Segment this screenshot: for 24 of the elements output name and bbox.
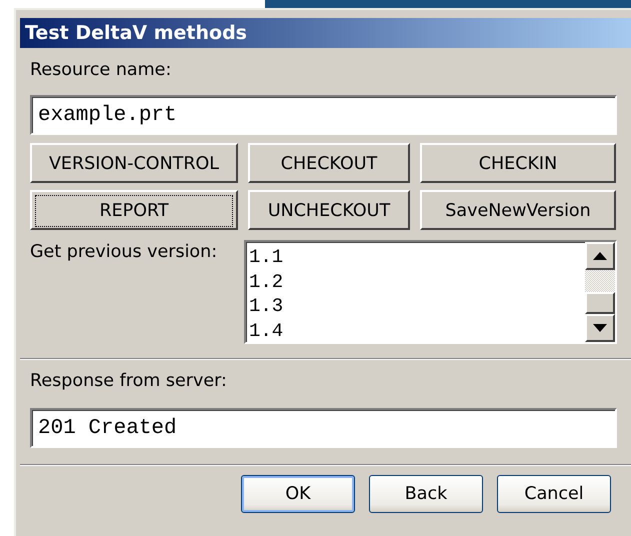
scrollbar-thumb[interactable] — [585, 292, 615, 314]
scroll-down-icon[interactable] — [585, 314, 615, 342]
dialog-button[interactable]: OK — [241, 475, 355, 513]
resource-name-field[interactable]: example.prt — [30, 95, 617, 135]
action-button[interactable]: UNCHECKOUT — [248, 190, 410, 230]
scrollbar-track[interactable] — [585, 270, 615, 292]
version-list[interactable]: 1.1 1.2 1.3 1.4 — [244, 240, 617, 344]
action-button[interactable]: CHECKIN — [420, 143, 616, 183]
response-label: Response from server: — [30, 371, 227, 391]
scroll-up-icon[interactable] — [585, 242, 615, 270]
version-item[interactable]: 1.2 — [249, 270, 582, 294]
version-item[interactable]: 1.1 — [249, 245, 582, 270]
previous-version-label: Get previous version: — [30, 242, 218, 262]
action-button[interactable]: CHECKOUT — [248, 143, 410, 183]
resource-name-label: Resource name: — [30, 60, 172, 80]
response-field[interactable]: 201 Created — [30, 408, 617, 448]
action-button[interactable]: SaveNewVersion — [420, 190, 616, 230]
window-title: Test DeltaV methods — [25, 22, 247, 44]
action-button[interactable]: VERSION-CONTROL — [30, 143, 238, 183]
version-item[interactable]: 1.4 — [249, 318, 582, 342]
dialog-button[interactable]: Cancel — [497, 475, 611, 513]
dialog-button[interactable]: Back — [369, 475, 483, 513]
action-button[interactable]: REPORT — [30, 190, 238, 230]
version-item[interactable]: 1.3 — [249, 294, 582, 318]
